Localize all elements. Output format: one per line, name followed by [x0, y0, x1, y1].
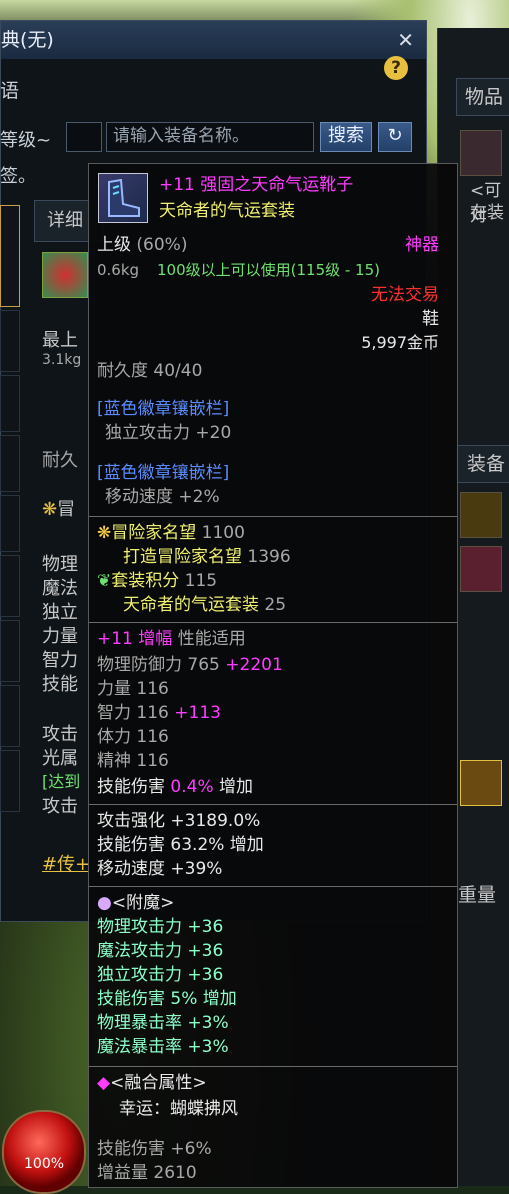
enchant-orb-icon: ● — [97, 893, 112, 913]
slot-type: 鞋 — [422, 309, 439, 329]
item-name: +11 强固之天命气运靴子 — [159, 175, 354, 195]
stat-line: 精神 116 — [97, 751, 169, 771]
divider — [89, 886, 457, 887]
bg-text-6: 独立 — [42, 602, 78, 623]
special-stat: 技能伤害 63.2% 增加 — [97, 835, 264, 855]
socket-header: [蓝色徽章镶嵌栏] — [97, 399, 230, 419]
enchant-line: 物理暴击率 +3% — [97, 1013, 229, 1033]
enchant-line: 技能伤害 5% 增加 — [97, 989, 237, 1009]
side-slot[interactable] — [0, 310, 20, 372]
trade-status: 无法交易 — [371, 285, 439, 305]
fusion-line: 技能伤害 +6% — [97, 1139, 212, 1159]
durability: 耐久度 40/40 — [97, 361, 203, 381]
rarity: 神器 — [405, 235, 439, 255]
side-slot[interactable] — [0, 495, 20, 552]
side-slot[interactable] — [0, 685, 20, 747]
divider — [89, 804, 457, 805]
item-slot[interactable] — [460, 130, 502, 176]
socket-header: [蓝色徽章镶嵌栏] — [97, 463, 230, 483]
hp-orb — [2, 1110, 86, 1194]
weight-label: 重量 — [458, 884, 497, 906]
fusion-header: ◆<融合属性> — [97, 1073, 207, 1093]
bg-text-2: 耐久 — [42, 450, 78, 471]
refresh-icon[interactable]: ↻ — [378, 122, 412, 152]
bg-text-13: 攻击 — [42, 796, 78, 817]
set-points-detail: 天命者的气运套装 25 — [123, 595, 287, 615]
fame-icon: ❋ — [42, 499, 58, 520]
socket-stat: 移动速度 +2% — [105, 487, 220, 507]
item-name-input[interactable]: 请输入装备名称。 — [106, 122, 314, 152]
window-title: 典(无) — [1, 29, 54, 51]
fusion-line: 增益量 2610 — [97, 1163, 197, 1183]
bg-text-0: 最上 — [42, 330, 78, 351]
enchant-line: 物理攻击力 +36 — [97, 917, 224, 937]
adventurer-fame: ❋冒险家名望 1100 — [97, 523, 245, 543]
skill-damage-line: 技能伤害 0.4% 增加 — [97, 777, 254, 797]
items-tab[interactable]: 物品 — [456, 78, 509, 116]
side-slot[interactable] — [0, 555, 20, 617]
hp-percent: 100% — [24, 1156, 65, 1172]
window-title-bar[interactable]: 典(无) ✕ — [1, 21, 426, 59]
price: 5,997金币 — [361, 333, 439, 352]
side-slot[interactable] — [0, 205, 20, 307]
side-slot[interactable] — [0, 375, 20, 432]
enchant-line: 独立攻击力 +36 — [97, 965, 224, 985]
stat-line: 物理防御力 765 +2201 — [97, 655, 283, 675]
close-icon[interactable]: ✕ — [397, 21, 414, 59]
side-slot[interactable] — [0, 435, 20, 492]
fusion-diamond-icon: ◆ — [97, 1073, 111, 1093]
bg-text-4: 物理 — [42, 554, 78, 575]
equip-tab[interactable]: 装备 — [456, 445, 509, 483]
filter-text: 签。 — [0, 166, 36, 187]
fame-icon: ❋ — [97, 523, 112, 543]
grade: 上级 (60%) — [97, 235, 188, 255]
divider — [89, 1066, 457, 1067]
stat-line: 力量 116 — [97, 679, 169, 699]
divider — [89, 622, 457, 623]
bg-text-9: 技能 — [42, 674, 78, 695]
bg-text-7: 力量 — [42, 626, 78, 647]
level-label: 等级~ — [0, 130, 52, 151]
bg-link[interactable]: #传+ — [42, 850, 90, 876]
bg-text-5: 魔法 — [42, 578, 78, 599]
forge-fame: 打造冒险家名望 1396 — [123, 547, 291, 567]
item-icon[interactable] — [42, 252, 88, 298]
equip-slot[interactable] — [460, 492, 502, 538]
help-icon[interactable]: ? — [384, 56, 408, 80]
stat-line: 智力 116 +113 — [97, 703, 221, 723]
enchant-line: 魔法暴击率 +3% — [97, 1037, 229, 1057]
tab-label[interactable]: 语 — [0, 76, 19, 103]
bg-text-1: 3.1kg — [42, 352, 82, 368]
bg-text-3: ❋冒 — [42, 499, 76, 520]
amplify-line: +11 增幅 性能适用 — [97, 629, 246, 649]
level-requirement: 100级以上可以使用(115级 - 15) — [157, 261, 381, 279]
right-text-1: 在装 — [470, 203, 504, 223]
bg-text-12: [达到 — [42, 772, 81, 791]
level-input[interactable] — [66, 122, 102, 152]
bg-text-11: 光属 — [42, 748, 78, 769]
side-slot[interactable] — [0, 620, 20, 682]
set-points: ❦套装积分 115 — [97, 571, 218, 591]
side-slot[interactable] — [0, 750, 20, 812]
enchant-line: 魔法攻击力 +36 — [97, 941, 224, 961]
special-stat: 移动速度 +39% — [97, 859, 223, 879]
special-stat: 攻击强化 +3189.0% — [97, 811, 261, 831]
item-tooltip: +11 强固之天命气运靴子 天命者的气运套装 上级 (60%) 神器 0.6kg… — [88, 163, 458, 1188]
set-name: 天命者的气运套装 — [159, 201, 295, 221]
stat-line: 体力 116 — [97, 727, 169, 747]
fusion-luck: 幸运：蝴蝶拂风 — [119, 1099, 238, 1119]
boots-icon — [98, 173, 148, 223]
socket-stat: 独立攻击力 +20 — [105, 423, 232, 443]
divider — [89, 516, 457, 517]
bg-text-8: 智力 — [42, 650, 78, 671]
weight: 0.6kg — [97, 261, 140, 279]
equip-slot[interactable] — [460, 760, 502, 806]
equip-slot[interactable] — [460, 546, 502, 592]
butterfly-icon: ❦ — [97, 571, 112, 591]
enchant-header: ●<附魔> — [97, 893, 175, 913]
bg-text-10: 攻击 — [42, 724, 78, 745]
search-button[interactable]: 搜索 — [320, 122, 372, 152]
